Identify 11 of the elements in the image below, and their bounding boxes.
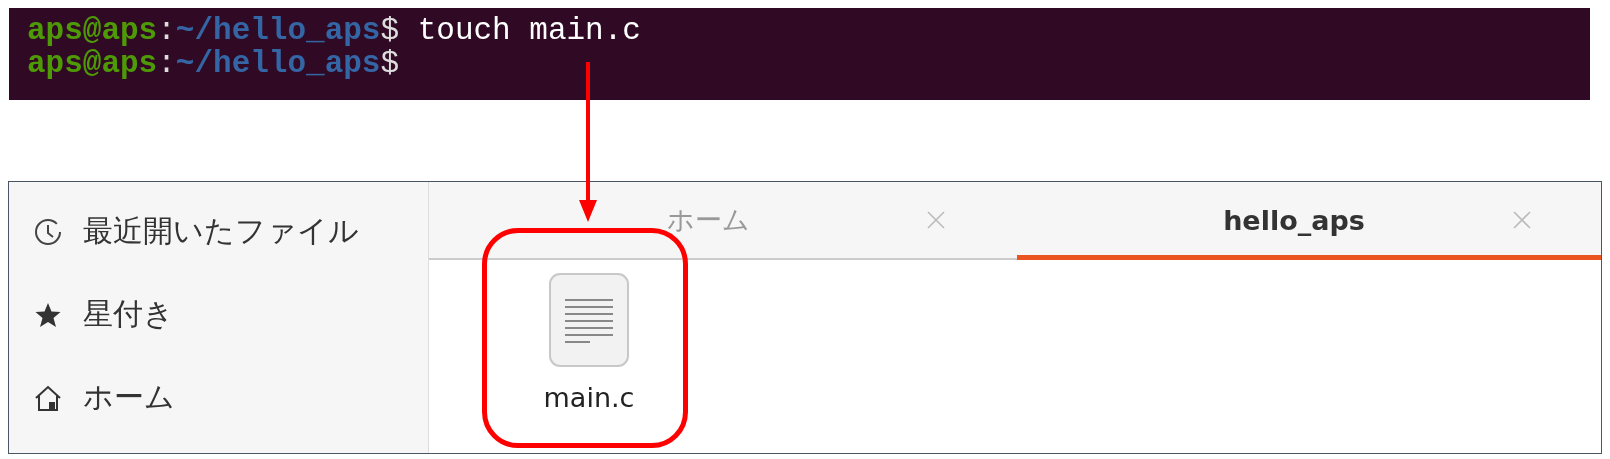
- sidebar-item[interactable]: 星付き: [9, 273, 174, 356]
- sidebar-item[interactable]: ホーム: [9, 356, 175, 439]
- clock-icon: [33, 216, 63, 247]
- sidebar-item[interactable]: 最近開いたファイル: [9, 190, 359, 273]
- terminal-line: aps@aps:~/hello_aps$ touch main.c: [27, 14, 641, 47]
- terminal-line: aps@aps:~/hello_aps$: [27, 47, 400, 80]
- close-icon[interactable]: [927, 211, 945, 229]
- file-name[interactable]: main.c: [543, 382, 635, 413]
- close-icon[interactable]: [1513, 211, 1531, 229]
- document-icon[interactable]: [548, 272, 630, 368]
- tab[interactable]: hello_aps: [1015, 182, 1601, 258]
